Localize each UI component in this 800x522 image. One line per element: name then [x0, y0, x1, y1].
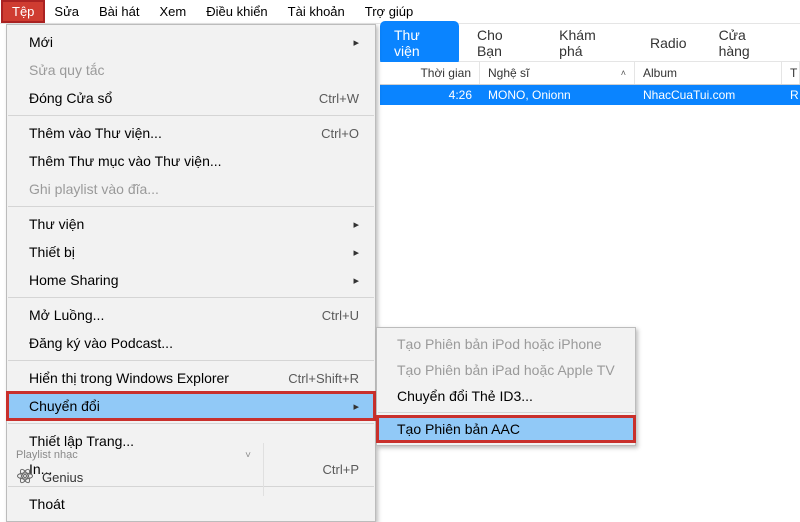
sidebar: Playlist nhạc ˅ Genius [4, 443, 264, 496]
menuitem-new[interactable]: Mới ▸ [7, 28, 375, 56]
menuitem-add-to-library-label: Thêm vào Thư viện... [29, 125, 162, 141]
separator [8, 115, 374, 116]
submenu-arrow-icon: ▸ [353, 218, 359, 231]
sidebar-section-playlists[interactable]: Playlist nhạc ˅ [12, 447, 255, 463]
tab-for-you[interactable]: Cho Bạn [463, 21, 541, 65]
menuitem-add-to-library[interactable]: Thêm vào Thư viện... Ctrl+O [7, 119, 375, 147]
tab-library[interactable]: Thư viện [380, 21, 459, 65]
shortcut-print: Ctrl+P [323, 462, 359, 477]
sidebar-item-genius[interactable]: Genius [12, 463, 255, 492]
menuitem-add-folder-label: Thêm Thư mục vào Thư viện... [29, 153, 222, 169]
separator [378, 412, 634, 413]
separator [8, 206, 374, 207]
submenu-ipad-version: Tạo Phiên bản iPad hoặc Apple TV [377, 357, 635, 383]
submenu-ipod-label: Tạo Phiên bản iPod hoặc iPhone [397, 336, 602, 352]
shortcut-add: Ctrl+O [321, 126, 359, 141]
menuitem-exit-label: Thoát [29, 496, 65, 512]
menuitem-new-label: Mới [29, 34, 53, 50]
menu-view[interactable]: Xem [150, 1, 197, 22]
menuitem-convert-label: Chuyển đổi [29, 398, 100, 414]
menuitem-convert[interactable]: Chuyển đổi ▸ [7, 392, 375, 420]
menuitem-close-window[interactable]: Đóng Cửa sổ Ctrl+W [7, 84, 375, 112]
cell-album: NhacCuaTui.com [635, 88, 782, 102]
shortcut-stream: Ctrl+U [322, 308, 359, 323]
menuitem-home-sharing[interactable]: Home Sharing ▸ [7, 266, 375, 294]
menuitem-podcast-label: Đăng ký vào Podcast... [29, 335, 173, 351]
menuitem-home-sharing-label: Home Sharing [29, 272, 119, 288]
submenu-arrow-icon: ▸ [353, 400, 359, 413]
col-last[interactable]: T [782, 62, 800, 84]
col-duration[interactable]: Thời gian [380, 62, 480, 84]
shortcut-close: Ctrl+W [319, 91, 359, 106]
cell-artist: MONO, Onionn [480, 88, 635, 102]
menu-help[interactable]: Trợ giúp [355, 1, 424, 22]
song-table: Thời gian Nghệ sĩ ˄ Album T 4:26 MONO, O… [380, 62, 800, 105]
menuitem-devices[interactable]: Thiết bị ▸ [7, 238, 375, 266]
submenu-arrow-icon: ▸ [353, 274, 359, 287]
menuitem-devices-label: Thiết bị [29, 244, 75, 260]
menu-file[interactable]: Tệp [2, 1, 44, 22]
menuitem-library[interactable]: Thư viện ▸ [7, 210, 375, 238]
submenu-id3-label: Chuyển đổi Thẻ ID3... [397, 388, 533, 404]
sidebar-item-label: Genius [42, 470, 83, 485]
menu-song[interactable]: Bài hát [89, 1, 149, 22]
menuitem-edit-rules: Sửa quy tắc [7, 56, 375, 84]
separator [8, 297, 374, 298]
table-row[interactable]: 4:26 MONO, Onionn NhacCuaTui.com R [380, 85, 800, 105]
col-artist[interactable]: Nghệ sĩ ˄ [480, 62, 635, 84]
submenu-arrow-icon: ▸ [353, 246, 359, 259]
menuitem-burn-playlist: Ghi playlist vào đĩa... [7, 175, 375, 203]
chevron-down-icon: ˅ [245, 450, 251, 461]
submenu-aac-label: Tạo Phiên bản AAC [397, 421, 520, 437]
tab-store[interactable]: Cửa hàng [705, 21, 790, 65]
menuitem-open-stream-label: Mở Luồng... [29, 307, 104, 323]
submenu-ipod-version: Tạo Phiên bản iPod hoặc iPhone [377, 331, 635, 357]
cell-last: R [782, 88, 800, 102]
separator [8, 423, 374, 424]
cell-duration: 4:26 [380, 88, 480, 102]
table-header: Thời gian Nghệ sĩ ˄ Album T [380, 62, 800, 85]
menu-edit[interactable]: Sửa [44, 1, 89, 22]
submenu-arrow-icon: ▸ [353, 36, 359, 49]
convert-submenu: Tạo Phiên bản iPod hoặc iPhone Tạo Phiên… [376, 327, 636, 446]
menuitem-explorer-label: Hiển thị trong Windows Explorer [29, 370, 229, 386]
tab-radio[interactable]: Radio [636, 29, 701, 57]
menu-controls[interactable]: Điều khiển [196, 1, 277, 22]
library-tabs: Thư viện Cho Bạn Khám phá Radio Cửa hàng [380, 24, 800, 62]
menuitem-close-window-label: Đóng Cửa sổ [29, 90, 112, 106]
menuitem-add-folder[interactable]: Thêm Thư mục vào Thư viện... [7, 147, 375, 175]
menu-account[interactable]: Tài khoản [278, 1, 355, 22]
menuitem-burn-label: Ghi playlist vào đĩa... [29, 181, 159, 197]
submenu-create-aac-version[interactable]: Tạo Phiên bản AAC [377, 416, 635, 442]
col-album[interactable]: Album [635, 62, 782, 84]
separator [8, 360, 374, 361]
tab-browse[interactable]: Khám phá [545, 21, 632, 65]
sort-ascending-icon: ˄ [615, 68, 626, 78]
submenu-convert-id3[interactable]: Chuyển đổi Thẻ ID3... [377, 383, 635, 409]
menuitem-open-stream[interactable]: Mở Luồng... Ctrl+U [7, 301, 375, 329]
menuitem-library-label: Thư viện [29, 216, 84, 232]
menuitem-edit-rules-label: Sửa quy tắc [29, 62, 105, 78]
menuitem-show-in-explorer[interactable]: Hiển thị trong Windows Explorer Ctrl+Shi… [7, 364, 375, 392]
sidebar-section-label: Playlist nhạc [16, 449, 78, 461]
genius-icon [16, 467, 34, 488]
col-artist-label: Nghệ sĩ [488, 66, 529, 80]
menuitem-subscribe-podcast[interactable]: Đăng ký vào Podcast... [7, 329, 375, 357]
shortcut-explorer: Ctrl+Shift+R [288, 371, 359, 386]
submenu-ipad-label: Tạo Phiên bản iPad hoặc Apple TV [397, 362, 615, 378]
